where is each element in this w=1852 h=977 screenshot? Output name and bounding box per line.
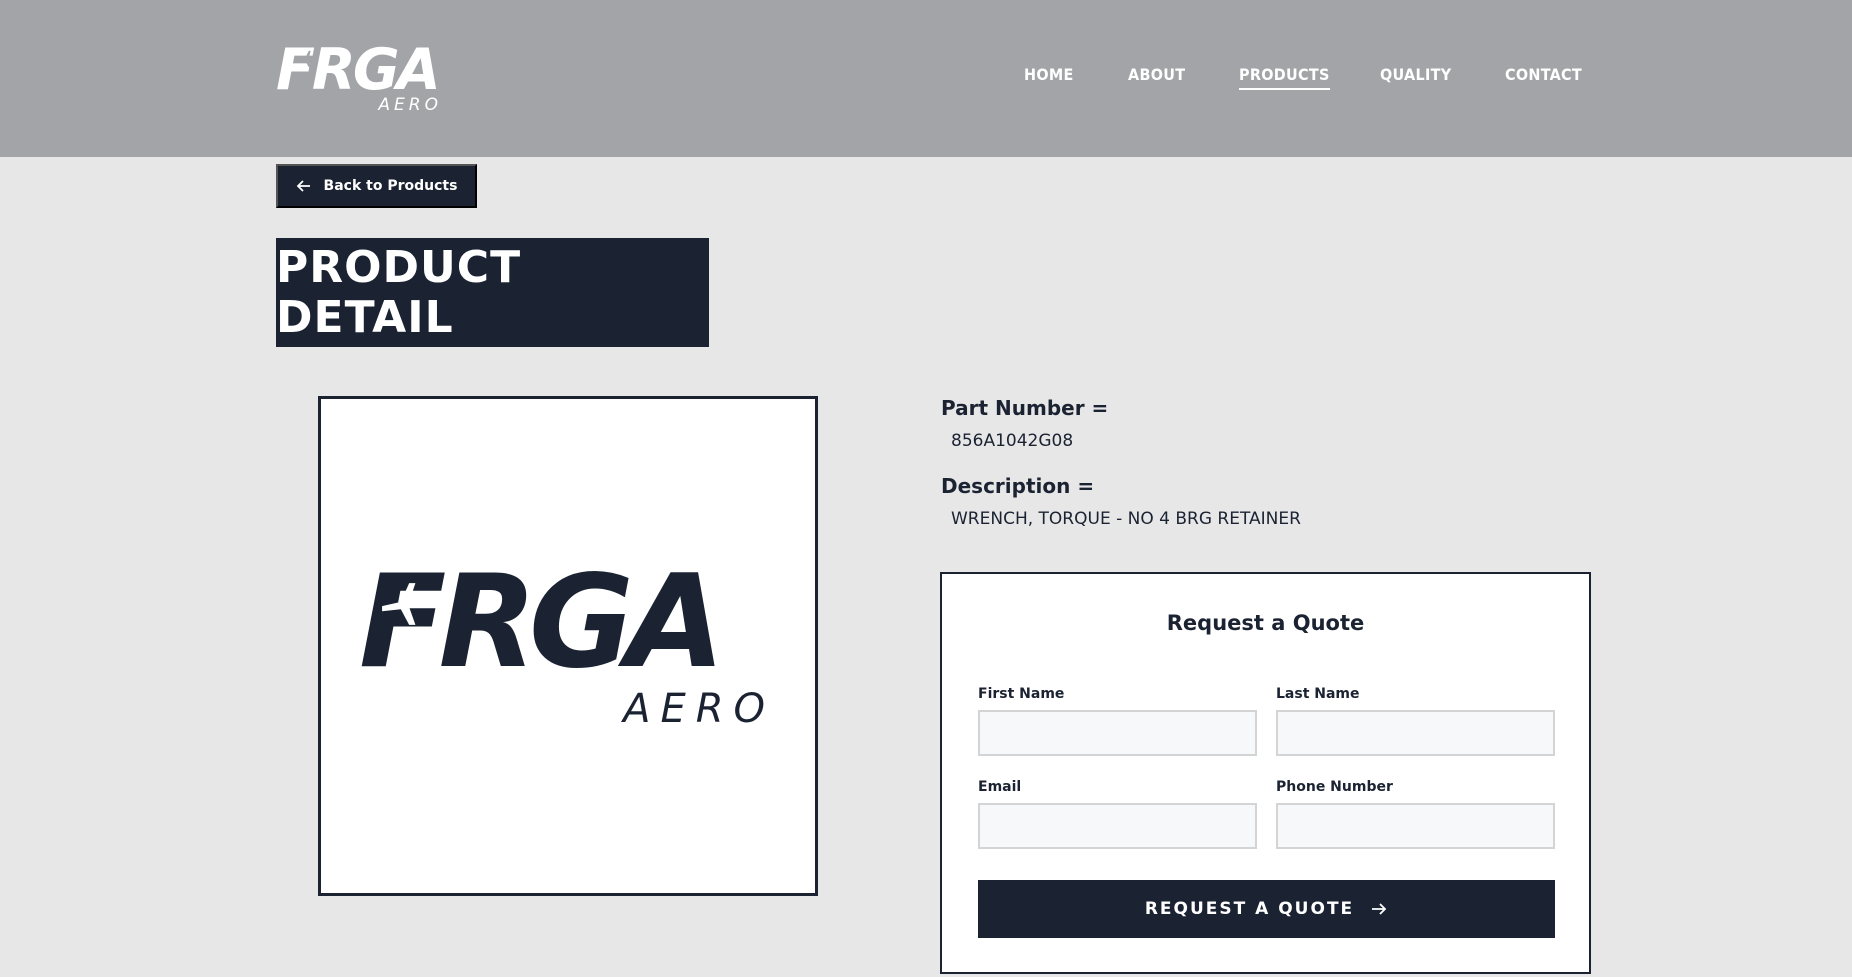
logo-subtitle: AERO xyxy=(378,95,442,115)
site-header: FRGA AERO HOME ABOUT PRODUCTS QUALITY CO… xyxy=(0,0,1852,157)
email-field[interactable] xyxy=(978,803,1257,849)
first-name-field[interactable] xyxy=(978,710,1257,756)
nav-item-contact[interactable]: CONTACT xyxy=(1505,64,1582,86)
product-image-logo: FRGA AERO xyxy=(359,559,779,730)
product-image: FRGA AERO xyxy=(318,396,818,896)
first-name-label: First Name xyxy=(978,686,1065,702)
description-label: Description = xyxy=(941,474,1095,498)
arrow-left-icon xyxy=(296,180,310,192)
site-logo[interactable]: FRGA AERO xyxy=(276,40,444,116)
nav-item-about[interactable]: ABOUT xyxy=(1128,64,1185,86)
airplane-icon xyxy=(297,50,317,68)
nav-item-quality[interactable]: QUALITY xyxy=(1380,64,1451,86)
part-number-value: 856A1042G08 xyxy=(951,431,1074,451)
product-logo-subtitle: AERO xyxy=(623,686,775,732)
nav-item-home[interactable]: HOME xyxy=(1024,64,1074,86)
last-name-label: Last Name xyxy=(1276,686,1360,702)
page-title-text: PRODUCT DETAIL xyxy=(276,241,522,343)
back-button-label: Back to Products xyxy=(323,178,458,194)
quote-form-title: Request a Quote xyxy=(1166,611,1365,635)
request-quote-button-label: REQUEST A QUOTE xyxy=(1144,899,1355,919)
part-number-label: Part Number = xyxy=(941,396,1109,420)
back-to-products-button[interactable]: Back to Products xyxy=(276,164,477,208)
quote-form: Request a Quote First Name Last Name Ema… xyxy=(940,572,1591,974)
description-value: WRENCH, TORQUE - NO 4 BRG RETAINER xyxy=(951,509,1301,529)
last-name-field[interactable] xyxy=(1276,710,1555,756)
request-quote-button[interactable]: REQUEST A QUOTE xyxy=(978,880,1555,938)
phone-number-field[interactable] xyxy=(1276,803,1555,849)
page-title: PRODUCT DETAIL xyxy=(276,238,709,347)
email-label: Email xyxy=(978,779,1022,795)
nav-item-products[interactable]: PRODUCTS xyxy=(1239,64,1330,90)
airplane-icon xyxy=(382,583,428,625)
arrow-right-icon xyxy=(1372,903,1387,915)
phone-number-label: Phone Number xyxy=(1276,779,1393,795)
